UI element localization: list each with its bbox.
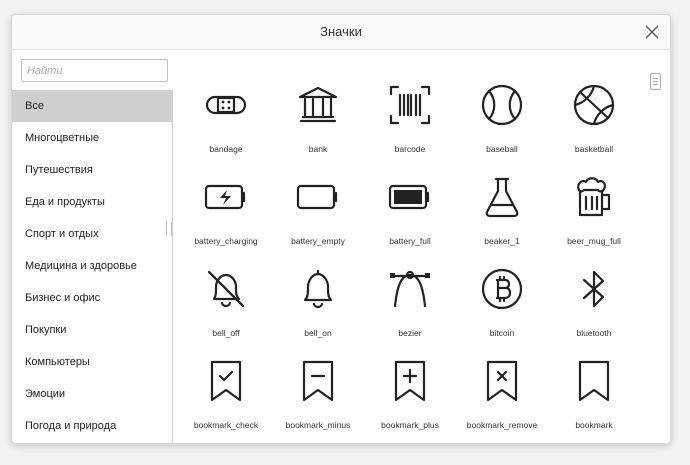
category-list: Все Многоцветные Путешествия Еда и продукты… xyxy=(12,90,173,443)
bell-off-icon xyxy=(207,270,245,308)
icon-label: bookmark_remove xyxy=(466,420,538,430)
icon-tile[interactable]: battery_full xyxy=(364,167,456,259)
icon-tile[interactable]: bookmark_plus xyxy=(364,351,456,443)
icon-label: barcode xyxy=(394,144,426,154)
barcode-icon xyxy=(389,85,431,125)
splitter-handle[interactable] xyxy=(166,222,172,236)
icon-label: bezier xyxy=(398,328,422,338)
category-item[interactable]: Многоцветные xyxy=(12,122,172,154)
icon-tile[interactable]: beer_mug_full xyxy=(548,167,640,259)
basketball-icon xyxy=(573,84,615,126)
icon-tile[interactable]: basketball xyxy=(548,75,640,167)
category-item[interactable]: Эмоции xyxy=(12,378,172,410)
category-item[interactable]: Медицина и здоровье xyxy=(12,250,172,282)
battery-full-icon xyxy=(388,184,430,210)
icon-tile[interactable]: bookmark_check xyxy=(180,351,272,443)
icon-tile[interactable]: bell_off xyxy=(180,259,272,351)
icon-label: beaker_1 xyxy=(484,236,520,246)
icon-label: battery_charging xyxy=(194,236,258,246)
icons-dialog: Значки ВсеМногоцветныеПутешествияЕда и п… xyxy=(11,14,671,444)
category-item[interactable]: Спорт и отдых xyxy=(12,218,172,250)
icon-tile[interactable]: bluetooth xyxy=(548,259,640,351)
bitcoin-icon xyxy=(481,268,523,310)
icon-tile[interactable]: bookmark_remove xyxy=(456,351,548,443)
icon-label: bell_on xyxy=(304,328,332,338)
icon-tile[interactable]: bandage xyxy=(180,75,272,167)
icon-tile[interactable]: baseball xyxy=(456,75,548,167)
beer-mug-icon xyxy=(577,177,611,217)
icon-label: bitcoin xyxy=(489,328,515,338)
icon-label: bookmark_minus xyxy=(285,420,351,430)
icon-tile[interactable]: bitcoin xyxy=(456,259,548,351)
icon-tile[interactable]: bell_on xyxy=(272,259,364,351)
bookmark-icon xyxy=(578,360,610,402)
icon-tile[interactable]: bezier xyxy=(364,259,456,351)
bluetooth-icon xyxy=(582,270,605,308)
bell-icon xyxy=(303,269,333,309)
battery-empty-icon xyxy=(296,184,338,210)
icon-label: bookmark xyxy=(575,420,613,430)
icon-tile[interactable]: barcode xyxy=(364,75,456,167)
category-item[interactable]: Еда и продукты xyxy=(12,186,172,218)
icon-label: battery_empty xyxy=(291,236,345,246)
icon-label: bookmark_check xyxy=(193,420,259,430)
scrollbar[interactable] xyxy=(650,73,661,90)
icon-label: bell_off xyxy=(212,328,240,338)
icon-tile[interactable]: beaker_1 xyxy=(456,167,548,259)
icon-tile[interactable]: battery_charging xyxy=(180,167,272,259)
search-input[interactable] xyxy=(21,59,168,82)
icon-tile[interactable]: bookmark_minus xyxy=(272,351,364,443)
icon-tile[interactable]: bank xyxy=(272,75,364,167)
bezier-icon xyxy=(390,270,430,308)
bandage-icon xyxy=(205,95,247,115)
title-bar: Значки xyxy=(12,15,670,50)
icon-label: beer_mug_full xyxy=(567,236,621,246)
bank-icon xyxy=(298,86,338,123)
icon-label: baseball xyxy=(486,144,518,154)
category-item[interactable]: Все xyxy=(12,90,172,122)
close-icon[interactable] xyxy=(644,24,660,40)
bookmark-minus-icon xyxy=(302,360,334,402)
icon-tile[interactable]: battery_empty xyxy=(272,167,364,259)
dialog-title: Значки xyxy=(320,24,362,39)
bookmark-plus-icon xyxy=(394,360,426,402)
category-item[interactable]: Путешествия xyxy=(12,154,172,186)
icon-label: bandage xyxy=(209,144,243,154)
battery-charging-icon xyxy=(204,184,246,210)
category-item[interactable]: Компьютеры xyxy=(12,346,172,378)
icon-label: battery_full xyxy=(389,236,431,246)
bookmark-check-icon xyxy=(210,360,242,402)
category-item[interactable]: Покупки xyxy=(12,314,172,346)
bookmark-remove-icon xyxy=(486,360,518,402)
icon-label: bookmark_plus xyxy=(381,420,439,430)
icon-tile[interactable]: bookmark xyxy=(548,351,640,443)
category-item[interactable]: Погода и природа xyxy=(12,410,172,442)
icon-label: bluetooth xyxy=(576,328,612,338)
baseball-icon xyxy=(481,84,523,126)
beaker-icon xyxy=(485,177,519,218)
category-item[interactable]: Бизнес и офис xyxy=(12,282,172,314)
icon-label: basketball xyxy=(574,144,614,154)
icon-grid: bandage bank barcode baseball basketball batt… xyxy=(180,75,640,443)
icon-label: bank xyxy=(308,144,328,154)
